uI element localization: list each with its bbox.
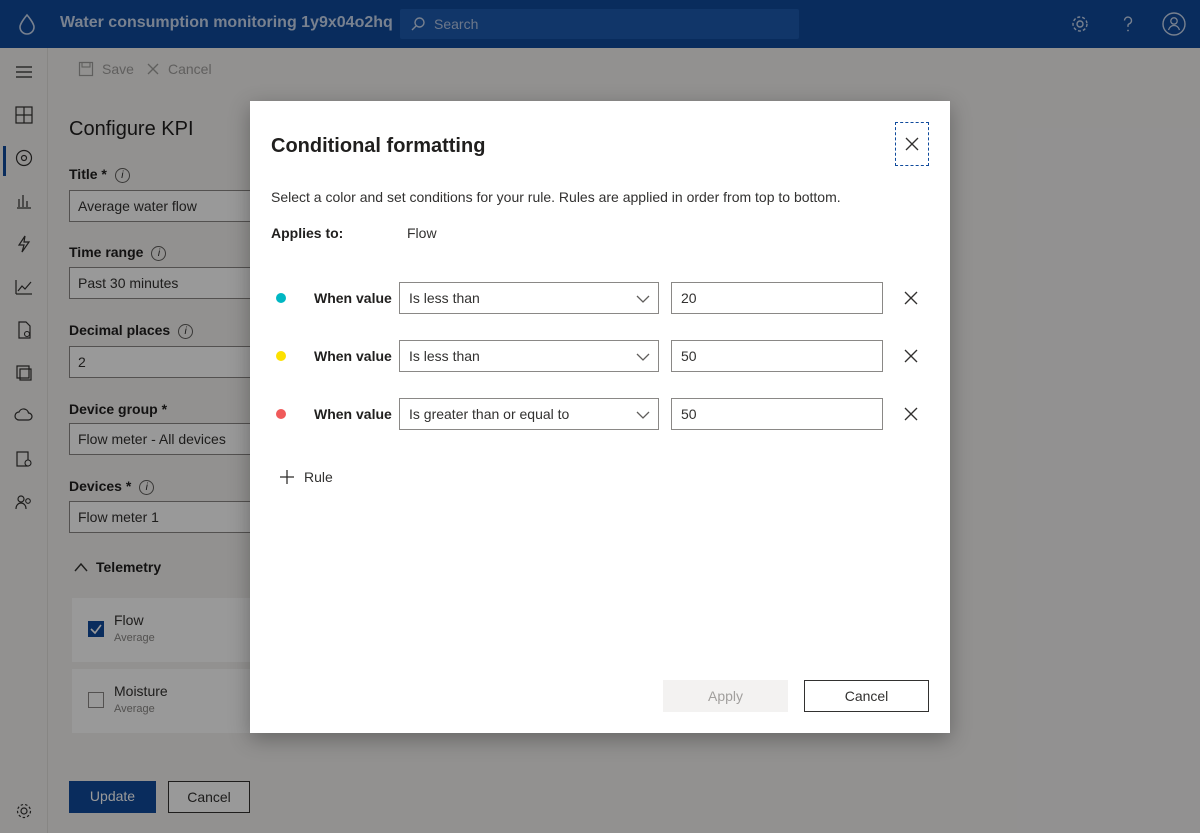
chevron-down-icon — [636, 411, 650, 419]
when-value-label: When value — [314, 406, 392, 422]
rule-color-swatch[interactable] — [276, 351, 286, 361]
applies-to-value: Flow — [407, 225, 437, 241]
dialog-cancel-button[interactable]: Cancel — [804, 680, 929, 712]
rule-value-input[interactable]: 20 — [671, 282, 883, 314]
formatting-rule: When value Is less than 50 — [250, 340, 950, 372]
condition-value: Is greater than or equal to — [409, 406, 570, 422]
add-rule-button[interactable]: Rule — [278, 468, 333, 486]
condition-dropdown[interactable]: Is greater than or equal to — [399, 398, 659, 430]
formatting-rule: When value Is less than 20 — [250, 282, 950, 314]
dialog-description: Select a color and set conditions for yo… — [271, 189, 841, 205]
conditional-formatting-dialog: Conditional formatting Select a color an… — [250, 101, 950, 733]
condition-value: Is less than — [409, 290, 480, 306]
delete-rule-icon[interactable] — [902, 289, 920, 307]
add-icon — [280, 470, 294, 484]
dialog-title: Conditional formatting — [271, 135, 486, 157]
applies-to-label: Applies to: — [271, 225, 344, 241]
close-icon — [905, 137, 919, 151]
formatting-rule: When value Is greater than or equal to 5… — [250, 398, 950, 430]
condition-value: Is less than — [409, 348, 480, 364]
condition-dropdown[interactable]: Is less than — [399, 340, 659, 372]
apply-button[interactable]: Apply — [663, 680, 788, 712]
rule-value-input[interactable]: 50 — [671, 340, 883, 372]
chevron-down-icon — [636, 295, 650, 303]
when-value-label: When value — [314, 348, 392, 364]
when-value-label: When value — [314, 290, 392, 306]
add-rule-label: Rule — [304, 469, 333, 485]
rule-color-swatch[interactable] — [276, 409, 286, 419]
chevron-down-icon — [636, 353, 650, 361]
delete-rule-icon[interactable] — [902, 405, 920, 423]
rule-color-swatch[interactable] — [276, 293, 286, 303]
delete-rule-icon[interactable] — [902, 347, 920, 365]
dialog-close-button[interactable] — [895, 122, 929, 166]
rule-value-input[interactable]: 50 — [671, 398, 883, 430]
condition-dropdown[interactable]: Is less than — [399, 282, 659, 314]
